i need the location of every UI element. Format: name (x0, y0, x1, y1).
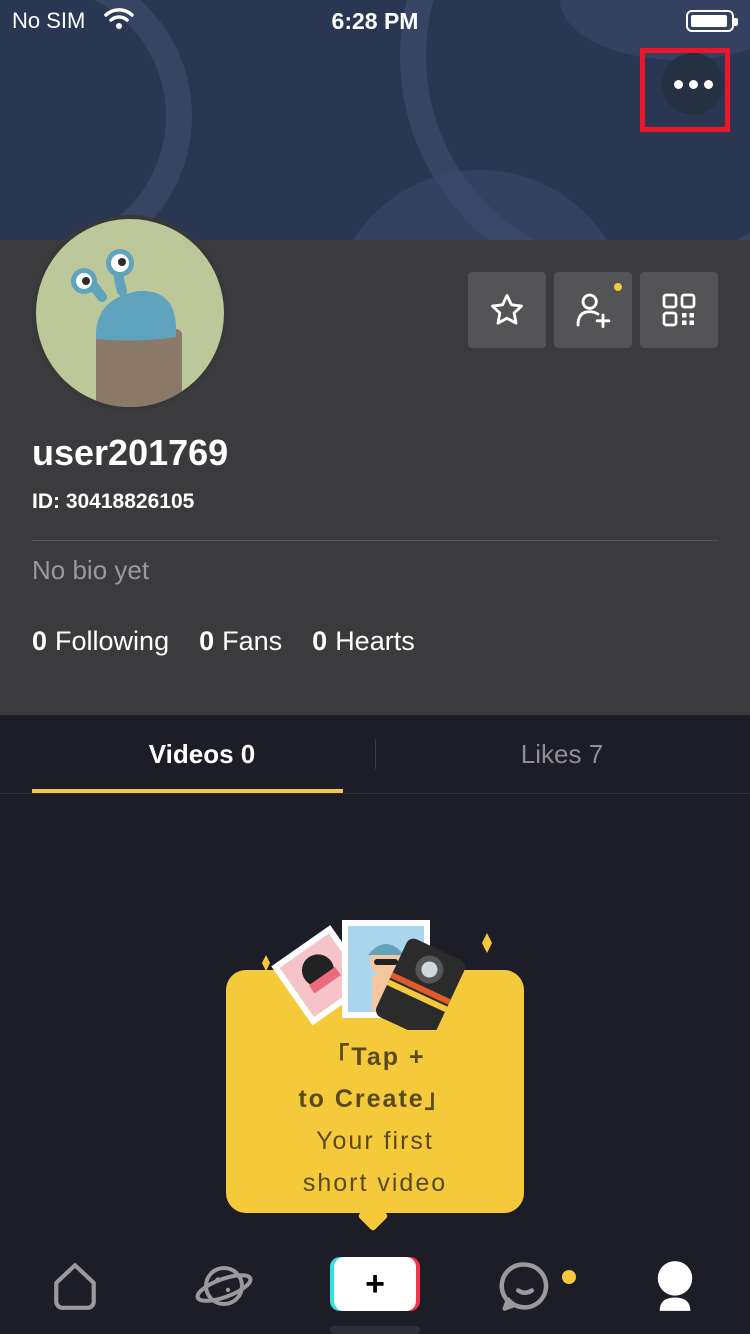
profile-stats: 0 Following 0 Fans 0 Hearts (32, 626, 415, 657)
stat-hearts[interactable]: 0 Hearts (312, 626, 415, 657)
create-prompt-text: 「Tap + to Create」 Your first short video (226, 1036, 524, 1204)
username: user201769 (32, 432, 229, 473)
create-video-button[interactable]: + (334, 1257, 416, 1311)
create-prompt-line4: short video (302, 1169, 448, 1197)
bio-text[interactable]: No bio yet (32, 555, 149, 586)
avatar[interactable] (32, 215, 228, 411)
status-time: 6:28 PM (331, 8, 419, 34)
qr-code-button[interactable] (640, 272, 718, 348)
battery-icon (686, 10, 738, 32)
content-tabs: Videos 0 Likes 7 (0, 715, 750, 794)
divider (32, 540, 718, 541)
notification-dot (614, 283, 622, 291)
nav-home[interactable] (45, 1256, 105, 1316)
favorites-button[interactable] (468, 272, 546, 348)
discover-icon (195, 1266, 253, 1306)
qr-code-icon (662, 293, 696, 327)
messages-icon (499, 1262, 549, 1311)
create-prompt-line1: 「Tap + (324, 1043, 426, 1071)
profile-icon (657, 1261, 693, 1311)
messages-notification-dot (562, 1270, 576, 1284)
create-prompt-line2: to Create」 (298, 1085, 452, 1113)
user-id[interactable]: ID: 30418826105 (32, 490, 194, 514)
tab-likes[interactable]: Likes 7 (392, 715, 732, 793)
nav-discover[interactable] (194, 1256, 254, 1316)
highlight-box (640, 48, 730, 132)
tab-separator (375, 739, 376, 769)
active-tab-indicator (32, 789, 343, 793)
create-prompt-line3: Your first (316, 1127, 434, 1155)
star-icon (491, 294, 523, 325)
photos-camera-illustration (262, 920, 492, 1030)
monster-avatar-icon (71, 249, 182, 407)
status-bar: No SIM 6:28 PM (0, 0, 750, 40)
nav-profile[interactable] (645, 1256, 705, 1316)
home-icon (54, 1263, 96, 1310)
add-user-icon (576, 293, 611, 329)
tab-videos[interactable]: Videos 0 (32, 715, 372, 793)
stat-following[interactable]: 0 Following (32, 626, 169, 657)
nav-messages[interactable] (495, 1256, 555, 1316)
home-indicator (330, 1326, 420, 1334)
stat-fans[interactable]: 0 Fans (199, 626, 282, 657)
